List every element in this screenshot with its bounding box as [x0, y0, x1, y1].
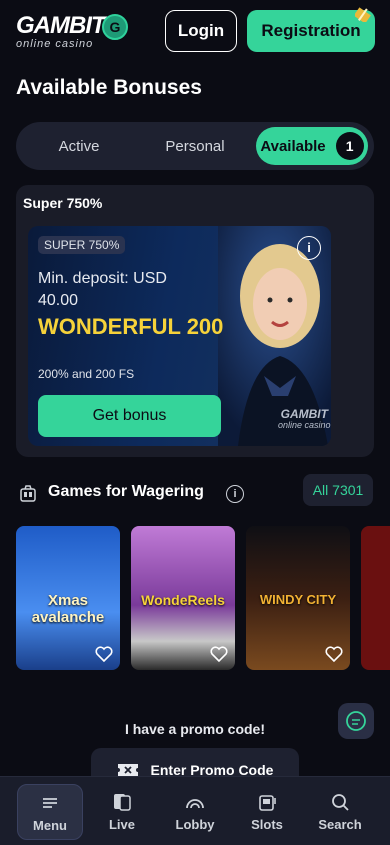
- chat-icon: [346, 711, 366, 731]
- tab-available[interactable]: Available 1: [256, 127, 368, 165]
- bonus-title: WONDERFUL 200: [38, 314, 224, 339]
- game-card-partial[interactable]: [361, 526, 390, 670]
- nav-lobby-label: Lobby: [175, 816, 215, 832]
- game-title: WondeReels: [141, 592, 225, 608]
- slot-machine-icon: [259, 794, 276, 811]
- logo-text: GAMBIT: [16, 12, 106, 39]
- bonus-min-deposit: Min. deposit: USD 40.00: [38, 270, 167, 309]
- tab-active[interactable]: Active: [34, 122, 124, 170]
- all-games-button[interactable]: All 7301: [303, 474, 373, 506]
- lobby-icon: [186, 798, 204, 808]
- bonus-section-heading: Super 750%: [23, 195, 103, 211]
- heart-icon[interactable]: [209, 644, 229, 664]
- nav-live[interactable]: Live: [90, 784, 154, 838]
- card-logo: GAMBIT online casino: [278, 407, 331, 431]
- nav-slots-label: Slots: [251, 816, 283, 832]
- card-logo-text: GAMBIT: [280, 407, 328, 421]
- game-title: WINDY CITY: [259, 592, 337, 607]
- game-card[interactable]: WondeReels: [131, 526, 235, 670]
- heart-icon[interactable]: [94, 644, 114, 664]
- nav-menu-label: Menu: [33, 817, 67, 833]
- info-icon[interactable]: i: [297, 236, 321, 260]
- promo-question: I have a promo code!: [124, 721, 266, 737]
- nav-search-label: Search: [318, 816, 362, 832]
- game-title: Xmas avalanche: [31, 592, 105, 626]
- bonus-tabs: Active Personal Available 1: [16, 122, 374, 170]
- card-logo-sub: online casino: [278, 420, 331, 430]
- tab-personal[interactable]: Personal: [148, 122, 242, 170]
- available-count-badge: 1: [335, 132, 364, 160]
- logo-subtitle: online casino: [16, 38, 94, 50]
- get-bonus-button[interactable]: Get bonus: [38, 395, 221, 437]
- games-heading: Games for Wagering: [48, 483, 204, 500]
- nav-search[interactable]: Search: [308, 784, 372, 838]
- game-card[interactable]: Xmas avalanche: [16, 526, 120, 670]
- cards-icon: [114, 793, 131, 811]
- login-button[interactable]: Login: [165, 10, 237, 52]
- heart-icon[interactable]: [324, 644, 344, 664]
- bonus-card[interactable]: SUPER 750% Min. deposit: USD 40.00 WONDE…: [28, 226, 331, 446]
- chat-button[interactable]: [338, 703, 374, 739]
- logo[interactable]: GAMBIT G online casino: [16, 12, 140, 52]
- tab-available-label: Available: [260, 137, 326, 155]
- gift-icon: [355, 7, 371, 22]
- nav-live-label: Live: [108, 816, 135, 832]
- games-icon: [20, 485, 36, 502]
- bottom-nav: Menu Live Lobby Slots Search: [0, 776, 390, 845]
- page-title: Available Bonuses: [16, 76, 202, 99]
- nav-lobby[interactable]: Lobby: [163, 784, 227, 838]
- game-card[interactable]: WINDY CITY: [246, 526, 350, 670]
- search-icon: [332, 793, 349, 811]
- nav-slots[interactable]: Slots: [235, 784, 299, 838]
- bonus-tag: SUPER 750%: [38, 236, 126, 254]
- logo-coin-icon: G: [102, 14, 128, 40]
- games-info-icon[interactable]: i: [226, 485, 244, 503]
- bonus-subtitle: 200% and 200 FS: [38, 367, 135, 381]
- menu-icon: [43, 797, 57, 808]
- bonus-section: Super 750% SUPER 750% Min. deposit: USD …: [16, 185, 374, 457]
- nav-menu[interactable]: Menu: [17, 784, 83, 840]
